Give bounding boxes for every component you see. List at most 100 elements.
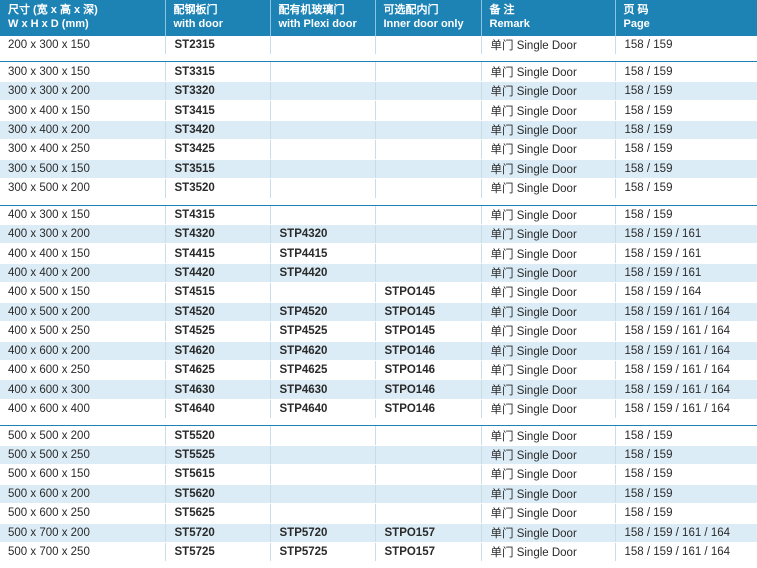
- cell-page: 158 / 159 / 161 / 164: [614, 523, 757, 543]
- cell-remark: 单门 Single Door: [480, 100, 615, 121]
- cell-size: 200 x 300 x 150: [0, 34, 165, 56]
- cell-size: 400 x 400 x 150: [0, 243, 165, 264]
- group-spacer: [0, 418, 757, 426]
- cell-plexi-door: STP5725: [269, 542, 375, 563]
- cell-steel-door: ST4520: [164, 302, 270, 323]
- table-row: 300 x 300 x 150 ST3315 单门 Single Door 158 /…: [0, 61, 757, 82]
- cell-size: 400 x 500 x 250: [0, 321, 165, 342]
- cell-remark: 单门 Single Door: [480, 484, 615, 505]
- cell-steel-door: ST4620: [164, 341, 270, 362]
- header-size-en: W x H x D (mm): [8, 18, 89, 30]
- cell-steel-door: ST4630: [164, 379, 270, 400]
- cell-page: 158 / 159 / 161 / 164: [614, 302, 757, 323]
- cell-plexi-door: [269, 120, 375, 141]
- table-row: 500 x 600 x 150 ST5615 单门 Single Door 158 /…: [0, 464, 757, 485]
- group-spacer-cell: [0, 198, 757, 205]
- cell-page: 158 / 159 / 161 / 164: [614, 360, 757, 381]
- cell-inner-door: STPO145: [374, 282, 481, 303]
- cell-page: 158 / 159 / 161 / 164: [614, 399, 757, 420]
- cell-steel-door: ST4315: [164, 204, 270, 225]
- cell-remark: 单门 Single Door: [480, 542, 615, 563]
- cell-inner-door: [374, 120, 481, 141]
- cell-plexi-door: [269, 204, 375, 225]
- cell-size: 400 x 600 x 200: [0, 341, 165, 362]
- cell-size: 300 x 400 x 250: [0, 139, 165, 160]
- cell-remark: 单门 Single Door: [480, 243, 615, 264]
- cell-page: 158 / 159 / 164: [614, 282, 757, 303]
- cell-steel-door: ST2315: [164, 34, 270, 56]
- table-row: 500 x 600 x 250 ST5625 单门 Single Door 158 /…: [0, 503, 757, 524]
- cell-inner-door: [374, 139, 481, 160]
- header-steel-door: 配钢板门 with door: [164, 0, 270, 36]
- table-header: 尺寸 (宽 x 高 x 深) W x H x D (mm) 配钢板门 with …: [0, 0, 757, 36]
- cell-page: 158 / 159: [614, 159, 757, 180]
- cell-inner-door: [374, 243, 481, 264]
- cell-size: 400 x 500 x 200: [0, 302, 165, 323]
- table-row: 400 x 500 x 150 ST4515 STPO145 单门 Single Do…: [0, 282, 757, 303]
- cell-plexi-door: STP4640: [269, 399, 375, 420]
- cell-page: 158 / 159: [614, 204, 757, 225]
- cell-size: 400 x 600 x 250: [0, 360, 165, 381]
- cell-steel-door: ST4515: [164, 282, 270, 303]
- cell-size: 400 x 400 x 200: [0, 263, 165, 284]
- cell-steel-door: ST5720: [164, 523, 270, 543]
- cell-steel-door: ST4625: [164, 360, 270, 381]
- table-row: 300 x 500 x 150 ST3515 单门 Single Door 158 /…: [0, 159, 757, 180]
- cell-inner-door: STPO157: [374, 523, 481, 543]
- cell-page: 158 / 159: [614, 425, 757, 446]
- cell-remark: 单门 Single Door: [480, 81, 615, 102]
- cell-remark: 单门 Single Door: [480, 360, 615, 381]
- table-row: 500 x 500 x 200 ST5520 单门 Single Door 158 /…: [0, 425, 757, 446]
- header-remark: 备 注 Remark: [480, 0, 615, 36]
- header-steel-door-cn: 配钢板门: [173, 4, 218, 16]
- cell-plexi-door: [269, 159, 375, 180]
- cell-page: 158 / 159 / 161 / 164: [614, 321, 757, 342]
- cell-steel-door: ST4525: [164, 321, 270, 342]
- cell-remark: 单门 Single Door: [480, 178, 615, 199]
- cell-inner-door: [374, 204, 481, 225]
- cell-plexi-door: [269, 61, 375, 82]
- cell-plexi-door: STP4420: [269, 263, 375, 284]
- cell-page: 158 / 159: [614, 484, 757, 505]
- cell-plexi-door: [269, 34, 375, 56]
- cell-size: 300 x 500 x 150: [0, 159, 165, 180]
- cell-inner-door: STPO157: [374, 542, 481, 563]
- cell-remark: 单门 Single Door: [480, 263, 615, 284]
- cell-inner-door: STPO146: [374, 360, 481, 381]
- cell-remark: 单门 Single Door: [480, 302, 615, 323]
- cell-remark: 单门 Single Door: [480, 503, 615, 524]
- table-row: 300 x 400 x 250 ST3425 单门 Single Door 158 /…: [0, 139, 757, 160]
- cell-page: 158 / 159: [614, 81, 757, 102]
- cell-size: 500 x 700 x 200: [0, 523, 165, 543]
- table-body: 200 x 300 x 150 ST2315 单门 Single Door 158 /…: [0, 34, 757, 563]
- cell-page: 158 / 159 / 161 / 164: [614, 379, 757, 400]
- cell-remark: 单门 Single Door: [480, 282, 615, 303]
- cell-size: 500 x 600 x 250: [0, 503, 165, 524]
- cell-inner-door: [374, 263, 481, 284]
- cell-page: 158 / 159: [614, 503, 757, 524]
- cell-remark: 单门 Single Door: [480, 224, 615, 245]
- cell-plexi-door: STP4320: [269, 224, 375, 245]
- cell-remark: 单门 Single Door: [480, 61, 615, 82]
- enclosure-spec-table-container: 尺寸 (宽 x 高 x 深) W x H x D (mm) 配钢板门 with …: [0, 0, 757, 563]
- cell-steel-door: ST5615: [164, 464, 270, 485]
- table-row: 200 x 300 x 150 ST2315 单门 Single Door 158 /…: [0, 34, 757, 56]
- table-row: 400 x 600 x 200 ST4620 STP4620 STPO146 单门 Si…: [0, 341, 757, 362]
- table-row: 400 x 600 x 250 ST4625 STP4625 STPO146 单门 Si…: [0, 360, 757, 381]
- cell-steel-door: ST4640: [164, 399, 270, 420]
- header-page: 页 码 Page: [614, 0, 757, 36]
- cell-inner-door: STPO145: [374, 302, 481, 323]
- header-inner-door-en: Inner door only: [383, 18, 464, 30]
- cell-size: 400 x 500 x 150: [0, 282, 165, 303]
- cell-page: 158 / 159: [614, 445, 757, 466]
- cell-steel-door: ST3320: [164, 81, 270, 102]
- cell-plexi-door: [269, 425, 375, 446]
- cell-page: 158 / 159 / 161: [614, 243, 757, 264]
- cell-size: 300 x 300 x 200: [0, 81, 165, 102]
- cell-plexi-door: STP4625: [269, 360, 375, 381]
- cell-size: 500 x 600 x 150: [0, 464, 165, 485]
- header-plexi-door-cn: 配有机玻璃门: [278, 4, 345, 16]
- cell-plexi-door: [269, 81, 375, 102]
- cell-steel-door: ST5625: [164, 503, 270, 524]
- group-spacer-cell: [0, 418, 757, 426]
